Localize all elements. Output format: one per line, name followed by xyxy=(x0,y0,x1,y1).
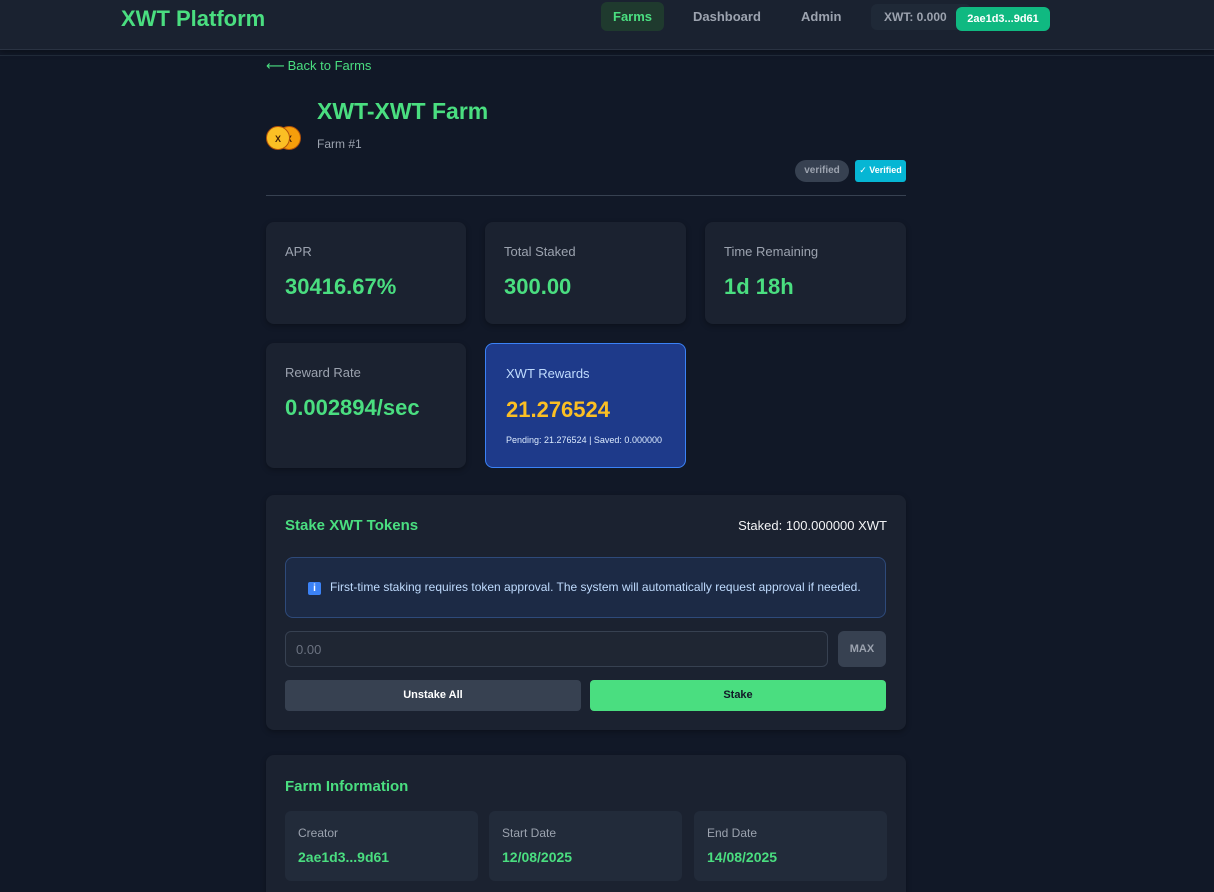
nav-farms[interactable]: Farms xyxy=(601,2,665,31)
nav-dashboard[interactable]: Dashboard xyxy=(681,2,773,31)
apr-card: APR 30416.67% xyxy=(266,222,466,324)
tile-label: Start Date xyxy=(502,826,557,840)
farm-info-title: Farm Information xyxy=(285,778,409,795)
stat-value: 0.002894/sec xyxy=(285,395,420,420)
status-badge: verified xyxy=(795,160,849,182)
stake-button[interactable]: Stake xyxy=(590,680,886,711)
tile-label: Creator xyxy=(298,826,339,840)
staked-amount: Staked: 100.000000 XWT xyxy=(738,518,887,533)
section-divider xyxy=(266,195,906,196)
arrow-left-icon: ⟵ xyxy=(266,58,285,73)
approval-info-alert: i First-time staking requires token appr… xyxy=(285,557,886,618)
info-icon: i xyxy=(308,582,321,595)
rewards-label: XWT Rewards xyxy=(506,366,590,381)
rewards-value: 21.276524 xyxy=(506,397,610,422)
farm-info-panel: Farm Information Creator 2ae1d3...9d61 S… xyxy=(266,755,906,892)
verified-badge: ✓ Verified xyxy=(855,160,906,182)
tile-label: End Date xyxy=(707,826,758,840)
back-to-farms-link[interactable]: ⟵ Back to Farms xyxy=(266,58,371,74)
stat-label: Time Remaining xyxy=(724,244,819,259)
stake-panel: Stake XWT Tokens Staked: 100.000000 XWT … xyxy=(266,495,906,730)
creator-tile: Creator 2ae1d3...9d61 xyxy=(285,811,478,881)
header-divider xyxy=(0,55,1214,56)
back-link-label: Back to Farms xyxy=(287,58,372,73)
max-button[interactable]: MAX xyxy=(838,631,886,667)
approval-info-text: First-time staking requires token approv… xyxy=(330,580,861,594)
farm-title: XWT-XWT Farm xyxy=(317,98,489,124)
stat-label: Total Staked xyxy=(504,244,576,259)
stake-panel-title: Stake XWT Tokens xyxy=(285,517,419,534)
tile-value: 12/08/2025 xyxy=(502,849,573,865)
time-remaining-card: Time Remaining 1d 18h xyxy=(705,222,906,324)
token-pair-icons: X X xyxy=(266,126,306,152)
xwt-rewards-card: XWT Rewards 21.276524 Pending: 21.276524… xyxy=(485,343,686,468)
tile-value: 14/08/2025 xyxy=(707,849,778,865)
stat-label: APR xyxy=(285,244,312,259)
stat-value: 30416.67% xyxy=(285,274,397,299)
brand-logo-text[interactable]: XWT Platform xyxy=(121,6,265,32)
stat-value: 1d 18h xyxy=(724,274,794,299)
reward-rate-card: Reward Rate 0.002894/sec xyxy=(266,343,466,468)
wallet-address-button[interactable]: 2ae1d3...9d61 xyxy=(956,7,1050,31)
end-date-tile: End Date 14/08/2025 xyxy=(694,811,887,881)
top-navbar: XWT Platform Farms Dashboard Admin XWT: … xyxy=(0,0,1214,50)
start-date-tile: Start Date 12/08/2025 xyxy=(489,811,682,881)
token-a-icon: X xyxy=(266,126,290,150)
rewards-detail: Pending: 21.276524 | Saved: 0.000000 xyxy=(506,435,662,445)
unstake-all-button[interactable]: Unstake All xyxy=(285,680,581,711)
stat-value: 300.00 xyxy=(504,274,572,299)
tile-value[interactable]: 2ae1d3...9d61 xyxy=(298,849,389,865)
nav-admin[interactable]: Admin xyxy=(789,2,853,31)
stat-label: Reward Rate xyxy=(285,365,361,380)
farm-id: Farm #1 xyxy=(317,137,362,151)
total-staked-card: Total Staked 300.00 xyxy=(485,222,686,324)
stake-amount-input[interactable] xyxy=(285,631,828,667)
